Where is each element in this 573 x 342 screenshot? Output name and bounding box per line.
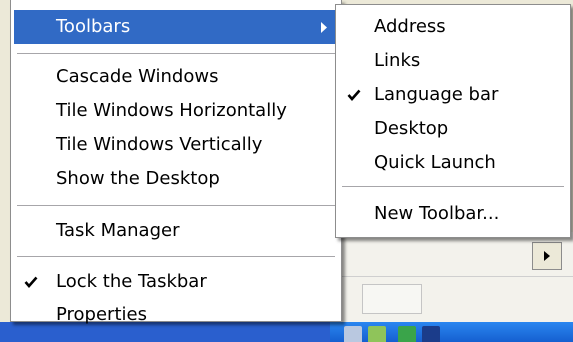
menu-item-label: Address — [374, 16, 446, 37]
menu-item-toolbars[interactable]: Toolbars — [14, 10, 338, 44]
menu-item-label: Tile Windows Vertically — [56, 134, 263, 155]
menu-item-cascade-windows[interactable]: Cascade Windows — [14, 60, 338, 94]
messenger-icon[interactable] — [368, 326, 386, 342]
taskbar-context-menu: Toolbars Cascade Windows Tile Windows Ho… — [10, 0, 342, 325]
menu-item-label: Tile Windows Horizontally — [56, 100, 287, 121]
menu-item-label: Cascade Windows — [56, 66, 219, 87]
submenu-item-language-bar[interactable]: Language bar — [339, 78, 567, 112]
submenu-item-address[interactable]: Address — [339, 10, 567, 44]
menu-separator — [342, 186, 564, 188]
language-icon[interactable] — [422, 326, 440, 342]
menu-item-label: Show the Desktop — [56, 168, 220, 189]
submenu-item-new-toolbar[interactable]: New Toolbar... — [339, 197, 567, 231]
menu-item-tile-vertically[interactable]: Tile Windows Vertically — [14, 128, 338, 162]
menu-item-label: Desktop — [374, 118, 449, 139]
check-icon — [347, 78, 361, 112]
scroll-right-button[interactable] — [532, 242, 562, 270]
menu-item-show-desktop[interactable]: Show the Desktop — [14, 162, 338, 196]
menu-item-label: Lock the Taskbar — [56, 271, 207, 292]
network-icon[interactable] — [344, 326, 362, 342]
submenu-item-desktop[interactable]: Desktop — [339, 112, 567, 146]
security-icon[interactable] — [398, 326, 416, 342]
notification-area — [330, 322, 573, 342]
menu-item-tile-horizontally[interactable]: Tile Windows Horizontally — [14, 94, 338, 128]
menu-item-properties[interactable]: Properties — [14, 298, 338, 332]
check-icon — [24, 265, 38, 299]
menu-item-task-manager[interactable]: Task Manager — [14, 214, 338, 248]
menu-item-label: Toolbars — [56, 16, 131, 37]
screen: Toolbars Cascade Windows Tile Windows Ho… — [0, 0, 573, 342]
chevron-right-icon — [320, 10, 328, 44]
menu-item-lock-taskbar[interactable]: Lock the Taskbar — [14, 265, 338, 299]
submenu-item-links[interactable]: Links — [339, 44, 567, 78]
toolbars-submenu: Address Links Language bar Desktop Quick… — [335, 4, 571, 238]
divider — [330, 276, 573, 277]
menu-item-label: Properties — [56, 304, 147, 325]
menu-item-label: Links — [374, 50, 421, 71]
menu-separator — [17, 256, 335, 258]
preview-box — [362, 284, 422, 314]
submenu-item-quick-launch[interactable]: Quick Launch — [339, 146, 567, 180]
scroll-right-arrow-icon — [544, 251, 550, 261]
menu-item-label: Task Manager — [56, 220, 180, 241]
menu-separator — [17, 205, 335, 207]
menu-item-label: Quick Launch — [374, 152, 496, 173]
menu-separator — [17, 53, 335, 55]
menu-item-label: New Toolbar... — [374, 203, 500, 224]
menu-item-label: Language bar — [374, 84, 499, 105]
